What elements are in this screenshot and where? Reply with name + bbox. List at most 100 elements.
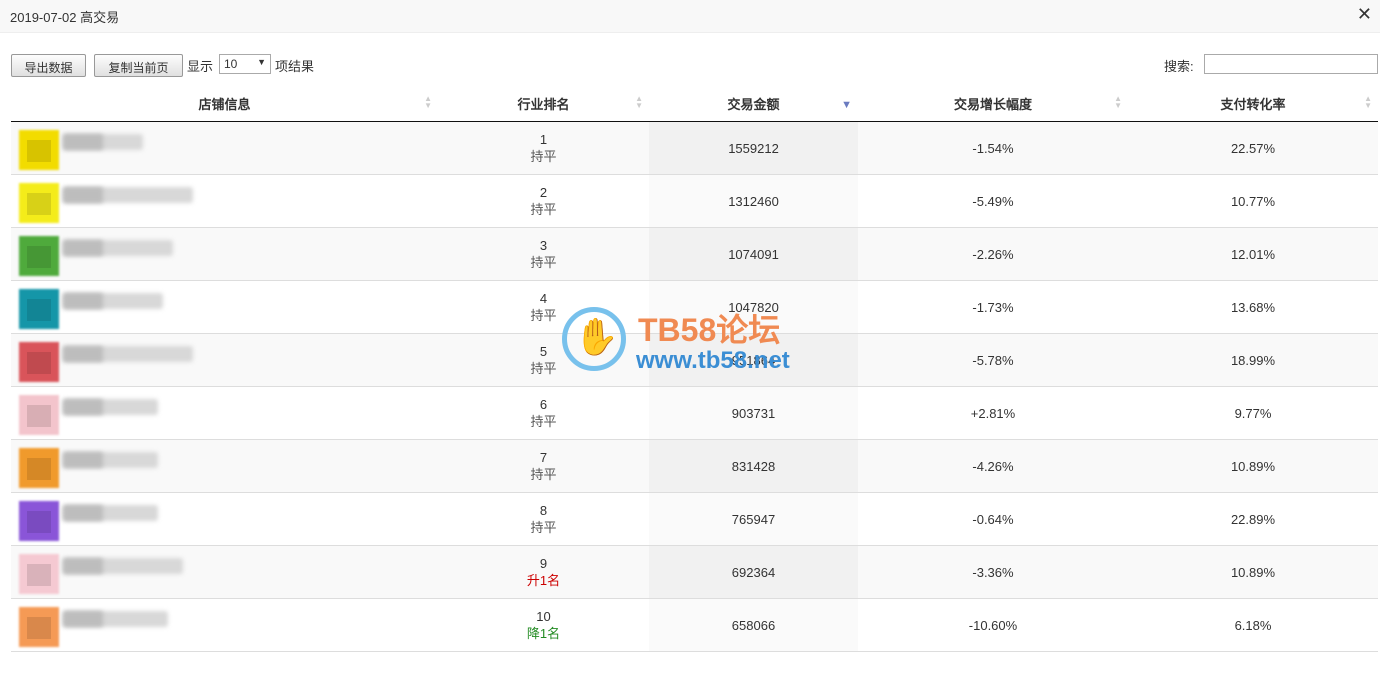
amount-cell: 903731 — [649, 386, 858, 440]
table-row: 2 持平 1312460 -5.49% 10.77% — [11, 174, 1378, 228]
industry-rank-cell: 1 持平 — [438, 121, 649, 175]
industry-rank-cell: 8 持平 — [438, 492, 649, 546]
table-row: 1 持平 1559212 -1.54% 22.57% — [11, 121, 1378, 175]
search-label: 搜索: — [1164, 59, 1194, 74]
sort-icon: ▲ ▼ — [424, 94, 432, 110]
rank-number: 3 — [539, 238, 548, 253]
amount-cell: 765947 — [649, 492, 858, 546]
shop-info-cell — [11, 121, 438, 175]
shop-logo — [19, 342, 59, 382]
industry-rank-cell: 2 持平 — [438, 174, 649, 228]
result-label: 项结果 — [275, 59, 315, 74]
industry-rank-cell: 10 降1名 — [438, 598, 649, 652]
rank-change: 持平 — [530, 520, 557, 535]
amount-cell: 1312460 — [649, 174, 858, 228]
growth-cell: -1.73% — [858, 280, 1128, 334]
sort-icon: ▲ ▼ — [635, 94, 643, 110]
shop-logo — [19, 501, 59, 541]
watermark-title: TB58论坛 — [638, 312, 781, 348]
sort-desc-icon: ▼ — [841, 99, 852, 111]
column-header-amount[interactable]: 交易金额 ▼ — [649, 85, 858, 122]
dialog-titlebar: 2019-07-02 高交易 ✕ — [0, 0, 1380, 33]
shop-logo — [19, 554, 59, 594]
rank-change: 升1名 — [526, 573, 561, 588]
conversion-cell: 22.57% — [1128, 121, 1378, 175]
shop-info-cell — [11, 174, 438, 228]
close-icon[interactable]: ✕ — [1357, 4, 1372, 25]
column-header-shop-info[interactable]: 店铺信息 ▲ ▼ — [11, 85, 438, 122]
growth-cell: -5.78% — [858, 333, 1128, 387]
shop-logo — [19, 130, 59, 170]
table-row: 8 持平 765947 -0.64% 22.89% — [11, 492, 1378, 546]
copy-page-button[interactable]: 复制当前页 — [94, 54, 183, 77]
sort-icon: ▲ ▼ — [1364, 94, 1372, 110]
rank-number: 8 — [539, 503, 548, 518]
conversion-cell: 22.89% — [1128, 492, 1378, 546]
shop-info-cell — [11, 492, 438, 546]
search-input[interactable] — [1204, 54, 1378, 74]
shop-logo — [19, 448, 59, 488]
shop-logo — [19, 236, 59, 276]
shop-info-cell — [11, 545, 438, 599]
industry-rank-cell: 7 持平 — [438, 439, 649, 493]
shop-info-cell — [11, 439, 438, 493]
industry-rank-cell: 9 升1名 — [438, 545, 649, 599]
table-toolbar: 导出数据 复制当前页 显示 10 ▼ 项结果 搜索: — [11, 54, 1378, 78]
page-size-value: 10 — [224, 57, 238, 71]
table-row: 6 持平 903731 +2.81% 9.77% — [11, 386, 1378, 440]
conversion-cell: 6.18% — [1128, 598, 1378, 652]
rank-change: 持平 — [530, 149, 557, 164]
conversion-cell: 12.01% — [1128, 227, 1378, 281]
watermark: ✋ TB58论坛 www.tb58.net — [562, 305, 832, 385]
amount-cell: 658066 — [649, 598, 858, 652]
conversion-cell: 10.89% — [1128, 545, 1378, 599]
amount-cell: 831428 — [649, 439, 858, 493]
table-header-row: 店铺信息 ▲ ▼ 行业排名 ▲ ▼ 交易金额 ▼ 交易增长幅度 ▲ ▼ 支付转化率 ▲ ▼ — [11, 85, 1378, 122]
column-header-growth[interactable]: 交易增长幅度 ▲ ▼ — [858, 85, 1128, 122]
growth-cell: -2.26% — [858, 227, 1128, 281]
growth-cell: +2.81% — [858, 386, 1128, 440]
growth-cell: -0.64% — [858, 492, 1128, 546]
show-label: 显示 — [187, 59, 214, 74]
shop-info-cell — [11, 598, 438, 652]
table-row: 9 升1名 692364 -3.36% 10.89% — [11, 545, 1378, 599]
growth-cell: -5.49% — [858, 174, 1128, 228]
rank-change: 持平 — [530, 414, 557, 429]
rank-number: 7 — [539, 450, 548, 465]
column-header-conversion[interactable]: 支付转化率 ▲ ▼ — [1128, 85, 1378, 122]
rank-number: 2 — [539, 185, 548, 200]
shop-logo — [19, 289, 59, 329]
conversion-cell: 13.68% — [1128, 280, 1378, 334]
rank-change: 持平 — [530, 467, 557, 482]
growth-cell: -1.54% — [858, 121, 1128, 175]
hand-icon: ✋ — [574, 316, 619, 357]
shop-info-cell — [11, 386, 438, 440]
rank-number: 6 — [539, 397, 548, 412]
export-data-button[interactable]: 导出数据 — [11, 54, 86, 77]
growth-cell: -4.26% — [858, 439, 1128, 493]
industry-rank-cell: 3 持平 — [438, 227, 649, 281]
column-header-industry-rank[interactable]: 行业排名 ▲ ▼ — [438, 85, 649, 122]
amount-cell: 692364 — [649, 545, 858, 599]
growth-cell: -10.60% — [858, 598, 1128, 652]
conversion-cell: 10.89% — [1128, 439, 1378, 493]
shop-info-cell — [11, 280, 438, 334]
chevron-down-icon: ▼ — [257, 57, 266, 67]
table-row: 3 持平 1074091 -2.26% 12.01% — [11, 227, 1378, 281]
shop-info-cell — [11, 333, 438, 387]
conversion-cell: 10.77% — [1128, 174, 1378, 228]
shop-logo — [19, 183, 59, 223]
page-size-select[interactable]: 10 ▼ — [219, 54, 271, 74]
conversion-cell: 9.77% — [1128, 386, 1378, 440]
shop-logo — [19, 395, 59, 435]
amount-cell: 1559212 — [649, 121, 858, 175]
shop-info-cell — [11, 227, 438, 281]
rank-number: 10 — [536, 609, 551, 624]
table-row: 10 降1名 658066 -10.60% 6.18% — [11, 598, 1378, 652]
rank-change: 持平 — [530, 255, 557, 270]
shop-logo — [19, 607, 59, 647]
sort-icon: ▲ ▼ — [1114, 94, 1122, 110]
table-row: 7 持平 831428 -4.26% 10.89% — [11, 439, 1378, 493]
watermark-url: www.tb58.net — [636, 347, 790, 374]
rank-change: 降1名 — [526, 626, 561, 641]
